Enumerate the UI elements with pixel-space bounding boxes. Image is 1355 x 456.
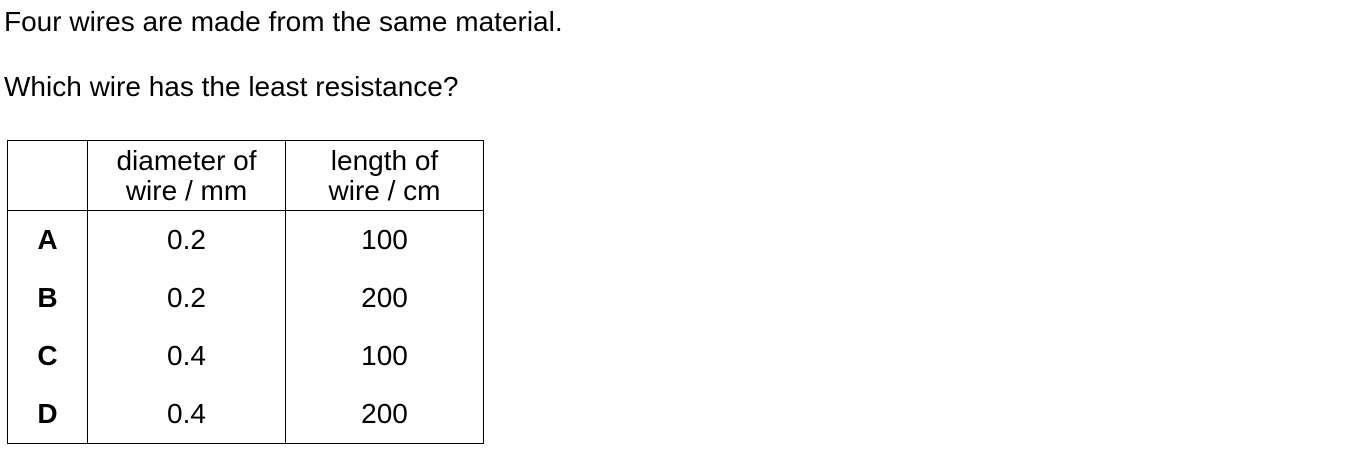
table-header: diameter of wire / mm length of wire / c… bbox=[7, 140, 484, 211]
table-header-row: diameter of wire / mm length of wire / c… bbox=[7, 140, 484, 211]
diameter-cell: 0.2 bbox=[87, 210, 286, 269]
length-cell: 100 bbox=[285, 210, 484, 269]
table-row-b: B 0.2 200 bbox=[7, 269, 484, 327]
diameter-cell: 0.4 bbox=[87, 327, 286, 385]
header-diameter-line1: diameter of bbox=[116, 144, 257, 176]
header-length-line2: wire / cm bbox=[328, 174, 441, 206]
length-cell: 200 bbox=[285, 269, 484, 327]
length-cell: 200 bbox=[285, 385, 484, 444]
header-diameter: diameter of wire / mm bbox=[87, 140, 286, 211]
table-row-a: A 0.2 100 bbox=[7, 210, 484, 269]
wire-data-table: diameter of wire / mm length of wire / c… bbox=[7, 140, 484, 444]
header-diameter-line2: wire / mm bbox=[125, 174, 248, 206]
diameter-cell: 0.4 bbox=[87, 385, 286, 444]
row-label: C bbox=[7, 327, 88, 385]
row-label: D bbox=[7, 385, 88, 444]
table-row-d: D 0.4 200 bbox=[7, 385, 484, 444]
table-body: A 0.2 100 B 0.2 200 C 0.4 100 D 0.4 200 bbox=[7, 210, 484, 444]
question-intro: Four wires are made from the same materi… bbox=[4, 6, 563, 37]
diameter-cell: 0.2 bbox=[87, 269, 286, 327]
table-row-c: C 0.4 100 bbox=[7, 327, 484, 385]
header-length-line1: length of bbox=[330, 144, 439, 176]
question-prompt: Which wire has the least resistance? bbox=[4, 71, 459, 102]
row-label: B bbox=[7, 269, 88, 327]
row-label: A bbox=[7, 210, 88, 269]
length-cell: 100 bbox=[285, 327, 484, 385]
header-wire-label bbox=[7, 140, 88, 211]
header-length: length of wire / cm bbox=[285, 140, 484, 211]
